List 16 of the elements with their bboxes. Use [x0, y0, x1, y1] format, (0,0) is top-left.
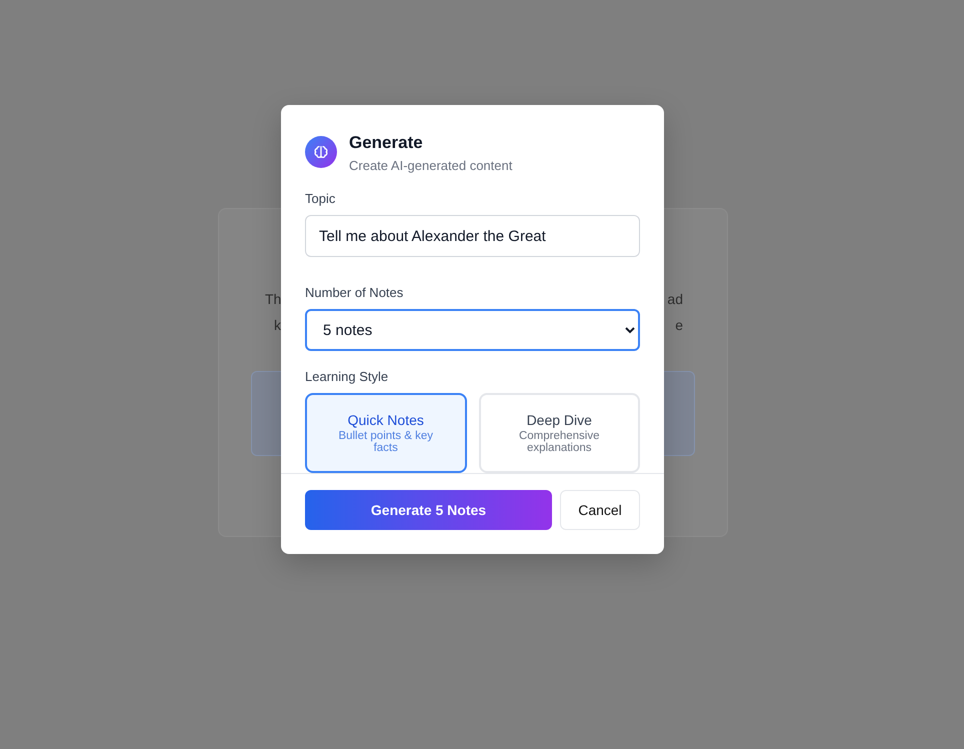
learning-style-option[interactable]: Quick Notes Bullet points & key facts: [305, 393, 466, 473]
dialog-subtitle: Create AI-generated content: [349, 158, 512, 173]
field-label: Number of Notes: [305, 285, 404, 300]
topic-field[interactable]: Tell me about Alexander the Great: [305, 215, 640, 257]
notes-count-dropdown[interactable]: 5 notes: [305, 309, 640, 351]
paragraph-fragment: ad: [667, 291, 683, 309]
cancel-button[interactable]: Cancel: [560, 490, 640, 530]
learning-style-option[interactable]: Deep Dive Comprehensive explanations: [478, 393, 640, 473]
field-label: Topic: [305, 191, 336, 206]
generate-button[interactable]: Generate 5 Notes: [305, 490, 552, 530]
paragraph-fragment: Th: [265, 291, 282, 309]
paragraph-fragment: k: [274, 317, 281, 335]
brain-icon: [305, 136, 337, 168]
paragraph-fragment: e: [675, 317, 683, 335]
dialog-title: Generate: [349, 133, 424, 153]
field-label: Learning Style: [305, 369, 390, 384]
